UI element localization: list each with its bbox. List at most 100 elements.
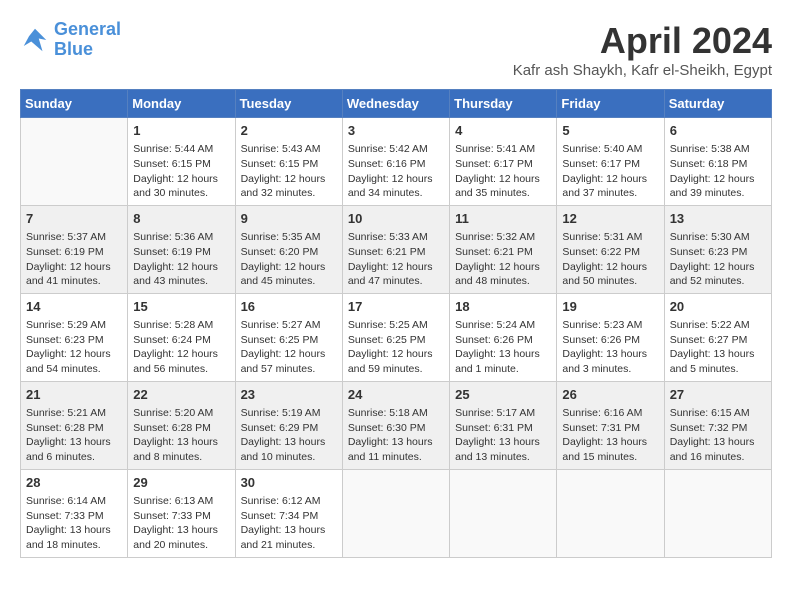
calendar-cell [557,469,664,557]
calendar-cell: 29 Sunrise: 6:13 AM Sunset: 7:33 PM Dayli… [128,469,235,557]
day-number: 2 [241,122,337,140]
day-number: 14 [26,298,122,316]
day-number: 12 [562,210,658,228]
logo-line2: Blue [54,39,93,59]
location: Kafr ash Shaykh, Kafr el-Sheikh, Egypt [513,62,772,79]
day-number: 21 [26,386,122,404]
calendar-week-row: 1 Sunrise: 5:44 AM Sunset: 6:15 PM Daylig… [21,118,772,206]
calendar-cell: 8 Sunrise: 5:36 AM Sunset: 6:19 PM Daylig… [128,205,235,293]
day-number: 5 [562,122,658,140]
day-number: 24 [348,386,444,404]
calendar-cell: 20Sunrise: 5:22 AM Sunset: 6:27 PM Dayli… [664,293,771,381]
day-info: Sunrise: 5:25 AM Sunset: 6:25 PM Dayligh… [348,318,444,377]
calendar-cell: 26Sunrise: 6:16 AM Sunset: 7:31 PM Dayli… [557,381,664,469]
calendar-cell [21,118,128,206]
logo: General Blue [20,20,121,60]
title-block: April 2024 Kafr ash Shaykh, Kafr el-Shei… [513,20,772,79]
day-number: 25 [455,386,551,404]
day-info: Sunrise: 6:14 AM Sunset: 7:33 PM Dayligh… [26,494,122,553]
day-info: Sunrise: 5:30 AM Sunset: 6:23 PM Dayligh… [670,230,766,289]
day-number: 19 [562,298,658,316]
month-title: April 2024 [513,20,772,62]
calendar-cell: 23 Sunrise: 5:19 AM Sunset: 6:29 PM Dayli… [235,381,342,469]
logo-line1: General [54,19,121,39]
calendar-cell: 5 Sunrise: 5:40 AM Sunset: 6:17 PM Daylig… [557,118,664,206]
day-info: Sunrise: 6:15 AM Sunset: 7:32 PM Dayligh… [670,406,766,465]
day-number: 7 [26,210,122,228]
day-info: Sunrise: 5:19 AM Sunset: 6:29 PM Dayligh… [241,406,337,465]
calendar-cell: 21 Sunrise: 5:21 AM Sunset: 6:28 PM Dayli… [21,381,128,469]
day-info: Sunrise: 5:32 AM Sunset: 6:21 PM Dayligh… [455,230,551,289]
calendar-cell: 12 Sunrise: 5:31 AM Sunset: 6:22 PM Dayli… [557,205,664,293]
calendar-cell: 14Sunrise: 5:29 AM Sunset: 6:23 PM Dayli… [21,293,128,381]
calendar-cell [450,469,557,557]
day-info: Sunrise: 5:21 AM Sunset: 6:28 PM Dayligh… [26,406,122,465]
calendar-week-row: 28Sunrise: 6:14 AM Sunset: 7:33 PM Dayli… [21,469,772,557]
day-number: 23 [241,386,337,404]
calendar-cell: 2Sunrise: 5:43 AM Sunset: 6:15 PM Daylig… [235,118,342,206]
day-info: Sunrise: 5:37 AM Sunset: 6:19 PM Dayligh… [26,230,122,289]
calendar-cell: 17 Sunrise: 5:25 AM Sunset: 6:25 PM Dayli… [342,293,449,381]
day-info: Sunrise: 6:13 AM Sunset: 7:33 PM Dayligh… [133,494,229,553]
day-info: Sunrise: 5:20 AM Sunset: 6:28 PM Dayligh… [133,406,229,465]
calendar-body: 1 Sunrise: 5:44 AM Sunset: 6:15 PM Daylig… [21,118,772,558]
day-number: 6 [670,122,766,140]
day-number: 27 [670,386,766,404]
day-number: 29 [133,474,229,492]
day-number: 18 [455,298,551,316]
calendar-table: SundayMondayTuesdayWednesdayThursdayFrid… [20,89,772,558]
calendar-cell: 19 Sunrise: 5:23 AM Sunset: 6:26 PM Dayli… [557,293,664,381]
page-header: General Blue April 2024 Kafr ash Shaykh,… [20,20,772,79]
calendar-week-row: 14Sunrise: 5:29 AM Sunset: 6:23 PM Dayli… [21,293,772,381]
day-info: Sunrise: 5:18 AM Sunset: 6:30 PM Dayligh… [348,406,444,465]
calendar-cell: 3 Sunrise: 5:42 AM Sunset: 6:16 PM Daylig… [342,118,449,206]
logo-text: General Blue [54,20,121,60]
calendar-cell: 9 Sunrise: 5:35 AM Sunset: 6:20 PM Daylig… [235,205,342,293]
day-info: Sunrise: 5:44 AM Sunset: 6:15 PM Dayligh… [133,142,229,201]
day-info: Sunrise: 5:40 AM Sunset: 6:17 PM Dayligh… [562,142,658,201]
weekday-header-sunday: Sunday [21,90,128,118]
day-number: 4 [455,122,551,140]
day-number: 10 [348,210,444,228]
day-info: Sunrise: 5:36 AM Sunset: 6:19 PM Dayligh… [133,230,229,289]
day-number: 9 [241,210,337,228]
weekday-header-friday: Friday [557,90,664,118]
calendar-cell: 10 Sunrise: 5:33 AM Sunset: 6:21 PM Dayli… [342,205,449,293]
day-number: 11 [455,210,551,228]
day-info: Sunrise: 5:23 AM Sunset: 6:26 PM Dayligh… [562,318,658,377]
day-info: Sunrise: 5:41 AM Sunset: 6:17 PM Dayligh… [455,142,551,201]
logo-icon [20,25,50,55]
day-info: Sunrise: 5:24 AM Sunset: 6:26 PM Dayligh… [455,318,551,377]
calendar-cell: 25 Sunrise: 5:17 AM Sunset: 6:31 PM Dayli… [450,381,557,469]
day-info: Sunrise: 5:35 AM Sunset: 6:20 PM Dayligh… [241,230,337,289]
calendar-cell: 7 Sunrise: 5:37 AM Sunset: 6:19 PM Daylig… [21,205,128,293]
day-info: Sunrise: 5:27 AM Sunset: 6:25 PM Dayligh… [241,318,337,377]
day-info: Sunrise: 5:38 AM Sunset: 6:18 PM Dayligh… [670,142,766,201]
calendar-cell: 11 Sunrise: 5:32 AM Sunset: 6:21 PM Dayli… [450,205,557,293]
day-number: 8 [133,210,229,228]
calendar-cell: 28Sunrise: 6:14 AM Sunset: 7:33 PM Dayli… [21,469,128,557]
weekday-header-saturday: Saturday [664,90,771,118]
weekday-header-monday: Monday [128,90,235,118]
calendar-cell [342,469,449,557]
day-info: Sunrise: 5:42 AM Sunset: 6:16 PM Dayligh… [348,142,444,201]
day-info: Sunrise: 5:28 AM Sunset: 6:24 PM Dayligh… [133,318,229,377]
day-number: 17 [348,298,444,316]
calendar-week-row: 21 Sunrise: 5:21 AM Sunset: 6:28 PM Dayli… [21,381,772,469]
calendar-cell: 24 Sunrise: 5:18 AM Sunset: 6:30 PM Dayli… [342,381,449,469]
day-number: 13 [670,210,766,228]
weekday-header-tuesday: Tuesday [235,90,342,118]
weekday-header-row: SundayMondayTuesdayWednesdayThursdayFrid… [21,90,772,118]
day-number: 3 [348,122,444,140]
calendar-cell: 1 Sunrise: 5:44 AM Sunset: 6:15 PM Daylig… [128,118,235,206]
weekday-header-thursday: Thursday [450,90,557,118]
calendar-cell: 22Sunrise: 5:20 AM Sunset: 6:28 PM Dayli… [128,381,235,469]
calendar-cell: 4 Sunrise: 5:41 AM Sunset: 6:17 PM Daylig… [450,118,557,206]
calendar-cell: 6 Sunrise: 5:38 AM Sunset: 6:18 PM Daylig… [664,118,771,206]
day-info: Sunrise: 5:17 AM Sunset: 6:31 PM Dayligh… [455,406,551,465]
day-info: Sunrise: 5:33 AM Sunset: 6:21 PM Dayligh… [348,230,444,289]
day-info: Sunrise: 5:31 AM Sunset: 6:22 PM Dayligh… [562,230,658,289]
day-number: 15 [133,298,229,316]
day-number: 1 [133,122,229,140]
day-number: 30 [241,474,337,492]
